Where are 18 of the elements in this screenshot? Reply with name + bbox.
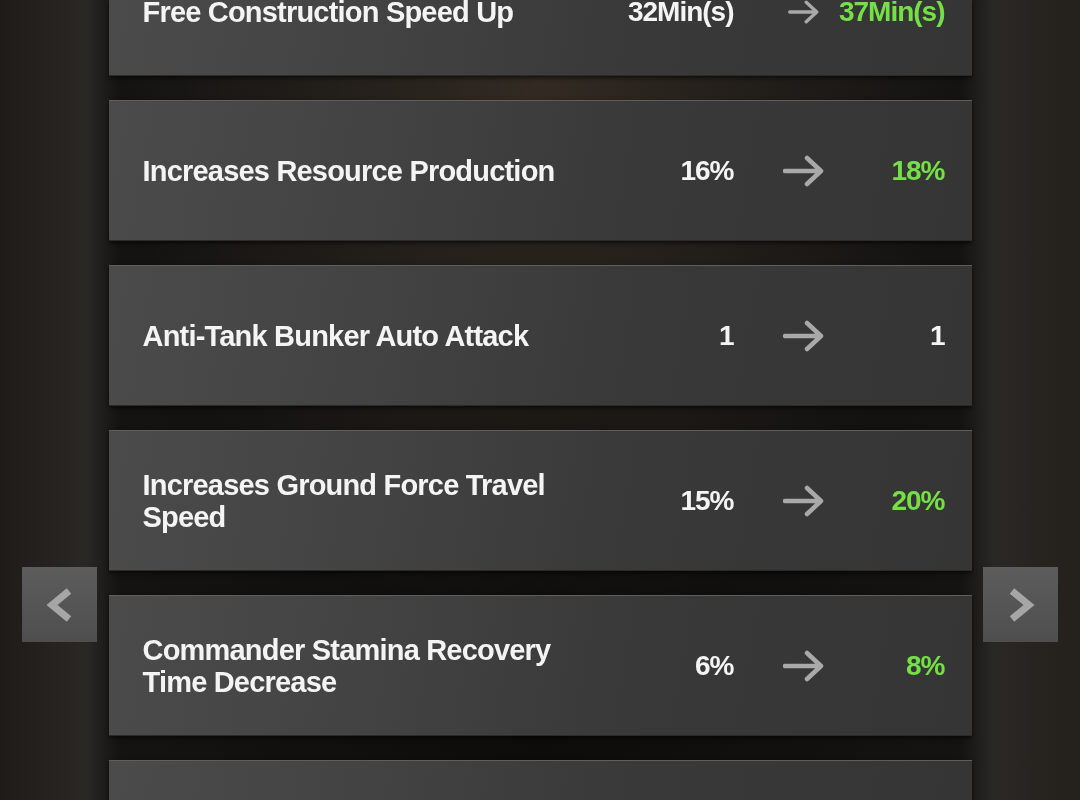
current-value: 6%: [694, 649, 734, 682]
stat-label: Commander Stamina Recovery Time Decrease: [142, 633, 552, 698]
stat-label: Anti-Tank Bunker Auto Attack: [142, 319, 530, 352]
current-value: 15%: [679, 484, 734, 517]
stat-label: Increases Resource Production: [142, 154, 556, 187]
current-value: 16%: [679, 154, 734, 187]
arrow-icon: [782, 319, 825, 352]
arrow-icon: [782, 154, 825, 187]
stat-label: Increases Ground Force Travel Speed: [142, 468, 546, 533]
next-value: 18%: [890, 154, 945, 187]
current-value: 1: [717, 319, 734, 352]
next-value: 8%: [905, 649, 945, 682]
next-value: 20%: [890, 484, 945, 517]
arrow-icon: [782, 649, 825, 682]
previous-button[interactable]: [22, 567, 97, 642]
next-value: 1: [928, 319, 945, 352]
next-button[interactable]: [983, 567, 1058, 642]
arrow-icon: [782, 484, 825, 517]
